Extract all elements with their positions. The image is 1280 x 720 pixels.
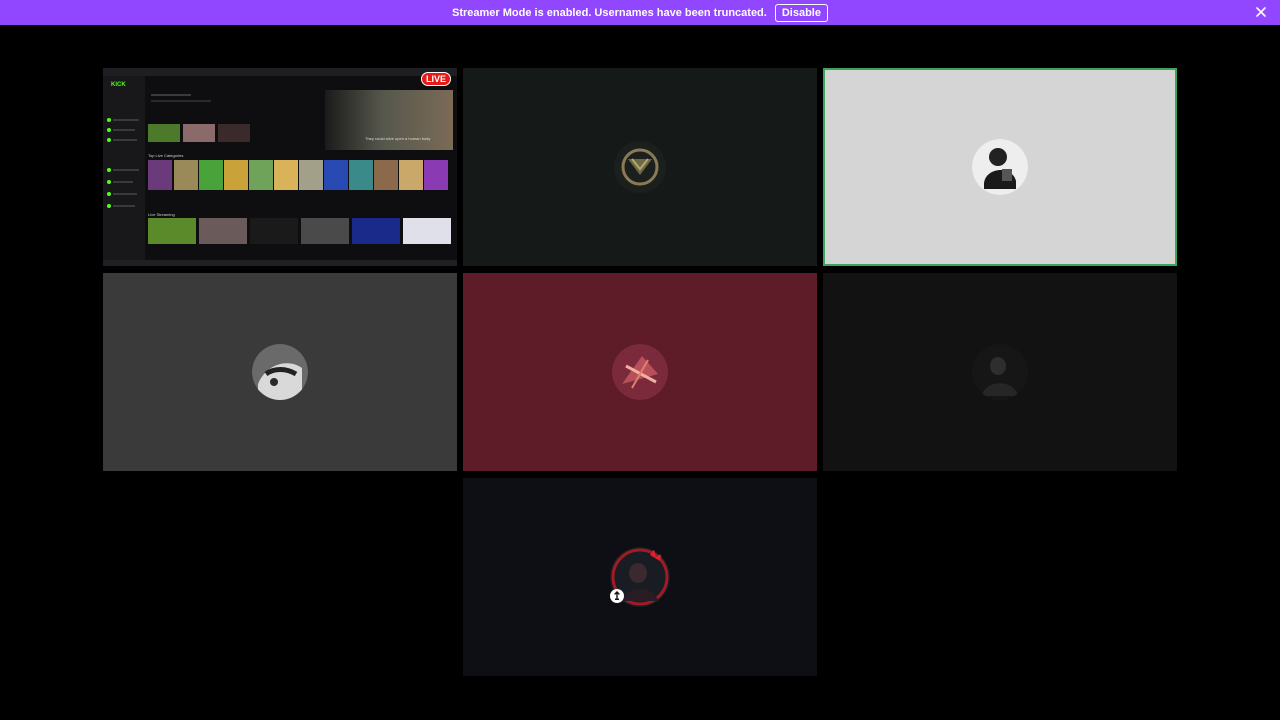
participant-tile[interactable] <box>463 273 817 471</box>
participant-avatar <box>612 344 668 400</box>
live-video-card[interactable] <box>148 218 196 244</box>
channel-line <box>113 193 137 195</box>
close-icon[interactable] <box>1254 5 1268 19</box>
participant-tile-speaking[interactable] <box>823 68 1177 266</box>
live-video-card[interactable] <box>403 218 451 244</box>
category-card[interactable] <box>424 160 448 190</box>
category-card[interactable] <box>274 160 298 190</box>
stream-title-line <box>151 100 211 102</box>
participant-avatar <box>972 139 1028 195</box>
channel-line <box>113 139 137 141</box>
live-video-card[interactable] <box>301 218 349 244</box>
participant-tile[interactable] <box>463 478 817 676</box>
taskbar <box>103 260 457 266</box>
participant-avatar <box>614 141 666 193</box>
channel-dot <box>107 180 111 184</box>
recommended-thumbnail[interactable] <box>183 124 215 142</box>
category-card[interactable] <box>224 160 248 190</box>
screen-share-tile[interactable]: KICK LIVE They could alive open a human … <box>103 68 457 266</box>
channel-dot <box>107 118 111 122</box>
live-video-card[interactable] <box>352 218 400 244</box>
recommended-thumbnail[interactable] <box>148 124 180 142</box>
kick-logo: KICK <box>111 82 126 88</box>
participant-tile[interactable] <box>463 68 817 266</box>
section-heading: Live Streaming <box>148 212 175 217</box>
channel-line <box>113 205 135 207</box>
category-card[interactable] <box>249 160 273 190</box>
channel-dot <box>107 128 111 132</box>
channel-dot <box>107 138 111 142</box>
category-card[interactable] <box>324 160 348 190</box>
hero-caption: They could alive open a human body <box>365 136 431 141</box>
streamer-name-line <box>151 94 191 96</box>
channel-line <box>113 181 133 183</box>
browser-tabbar <box>103 68 457 76</box>
category-card[interactable] <box>374 160 398 190</box>
channel-dot <box>107 204 111 208</box>
recommended-thumbnail[interactable] <box>218 124 250 142</box>
channel-dot <box>107 192 111 196</box>
live-badge: LIVE <box>420 72 451 86</box>
banner-message: Streamer Mode is enabled. Usernames have… <box>452 6 767 19</box>
featured-stream-preview[interactable] <box>325 90 453 150</box>
channel-line <box>113 129 135 131</box>
streamer-mode-banner: Streamer Mode is enabled. Usernames have… <box>0 0 1280 25</box>
live-video-card[interactable] <box>199 218 247 244</box>
category-card[interactable] <box>174 160 198 190</box>
category-card[interactable] <box>148 160 172 190</box>
category-card[interactable] <box>349 160 373 190</box>
participant-tile[interactable] <box>823 273 1177 471</box>
channel-dot <box>107 168 111 172</box>
channel-line <box>113 169 139 171</box>
participant-tile[interactable] <box>103 273 457 471</box>
category-card[interactable] <box>299 160 323 190</box>
category-card[interactable] <box>199 160 223 190</box>
live-video-card[interactable] <box>250 218 298 244</box>
participant-avatar <box>252 344 308 400</box>
participant-avatar <box>972 344 1028 400</box>
channel-line <box>113 119 139 121</box>
crown-icon <box>610 589 624 603</box>
section-heading: Top Live Categories <box>148 153 184 158</box>
category-card[interactable] <box>399 160 423 190</box>
disable-streamer-mode-button[interactable]: Disable <box>774 3 828 22</box>
